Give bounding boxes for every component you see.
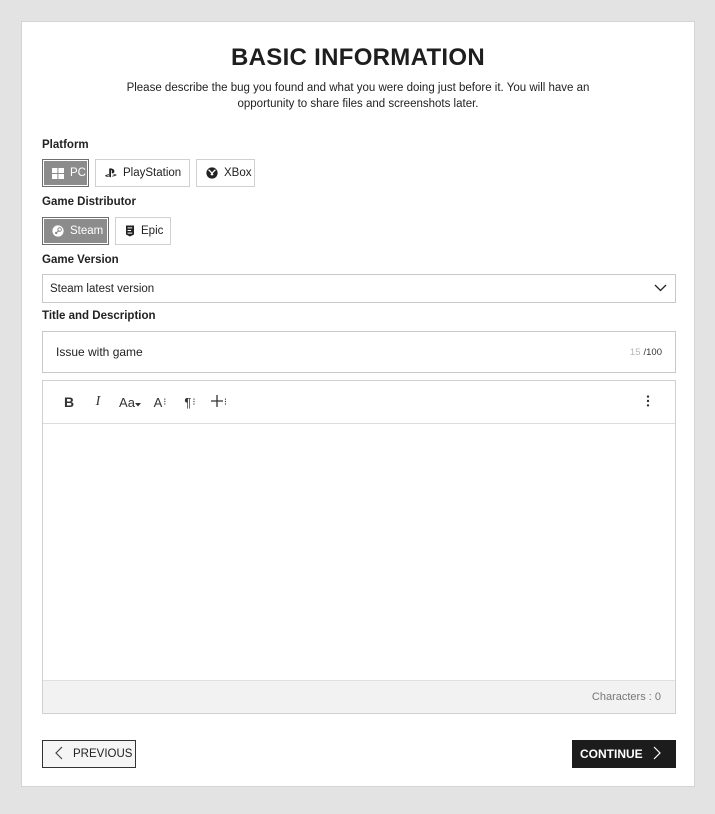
page-subtitle: Please describe the bug you found and wh… (126, 82, 590, 110)
editor-footer: Characters : 0 (43, 680, 675, 713)
font-size-label: Aa (119, 394, 135, 410)
chevron-down-icon (654, 283, 667, 295)
italic-button[interactable]: I (91, 391, 105, 413)
dots-vertical-icon: ⁝ (223, 396, 228, 408)
distributor-epic-button[interactable]: Epic (115, 217, 171, 245)
caret-down-icon (134, 395, 141, 410)
playstation-icon (105, 168, 117, 178)
platform-playstation-label: PlayStation (123, 167, 182, 179)
game-version-select[interactable]: Steam latest version (42, 274, 676, 303)
more-options-button[interactable] (640, 391, 656, 413)
game-version-label: Game Version (42, 254, 119, 266)
platform-label: Platform (42, 139, 89, 151)
previous-label: PREVIOUS (73, 748, 133, 760)
title-input-value: Issue with game (56, 345, 143, 359)
distributor-steam-label: Steam (70, 225, 104, 237)
platform-xbox-button[interactable]: XBox (196, 159, 255, 187)
steam-icon (52, 225, 64, 237)
chevron-left-icon (55, 746, 63, 763)
insert-button[interactable]: ⁝ (209, 391, 229, 413)
platform-xbox-label: XBox (224, 167, 252, 179)
text-style-button[interactable]: A ⁝ (151, 391, 169, 413)
page-title: BASIC INFORMATION (231, 44, 485, 71)
platform-pc-button[interactable]: PC (42, 159, 89, 187)
title-description-label: Title and Description (42, 310, 156, 322)
title-char-count: 15 (629, 346, 641, 358)
chevron-right-icon (653, 746, 661, 763)
character-count: Characters : 0 (591, 691, 661, 703)
font-size-button[interactable]: Aa (117, 391, 143, 413)
plus-icon (210, 394, 223, 410)
title-input[interactable]: Issue with game 15/100 (42, 331, 676, 373)
xbox-icon (206, 167, 218, 179)
form-card: BASIC INFORMATION Please describe the bu… (21, 21, 695, 787)
text-style-label: A (153, 394, 163, 410)
distributor-steam-button[interactable]: Steam (42, 217, 109, 245)
description-editor: B I Aa A ⁝ ¶ ⁝ ⁝ Characters: 0 (42, 380, 676, 714)
title-char-max: /100 (643, 346, 663, 358)
continue-label: CONTINUE (580, 747, 643, 761)
distributor-label: Game Distributor (42, 196, 136, 208)
dots-vertical-icon: ⁝ (163, 396, 167, 408)
game-version-value: Steam latest version (50, 282, 155, 295)
previous-button[interactable]: PREVIOUS (42, 740, 136, 768)
paragraph-button[interactable]: ¶ ⁝ (180, 391, 200, 413)
distributor-epic-label: Epic (141, 225, 164, 237)
editor-text-area[interactable] (43, 423, 675, 680)
kebab-menu-icon (646, 394, 650, 410)
continue-button[interactable]: CONTINUE (572, 740, 676, 768)
epic-icon (125, 225, 135, 237)
platform-playstation-button[interactable]: PlayStation (95, 159, 190, 187)
dots-vertical-icon: ⁝ (192, 396, 196, 408)
paragraph-icon: ¶ (184, 394, 192, 410)
title-char-counter: 15/100 (630, 347, 662, 358)
editor-toolbar: B I Aa A ⁝ ¶ ⁝ ⁝ (43, 381, 675, 424)
bold-button[interactable]: B (61, 391, 77, 413)
windows-icon (52, 167, 64, 179)
platform-pc-label: PC (70, 167, 86, 179)
